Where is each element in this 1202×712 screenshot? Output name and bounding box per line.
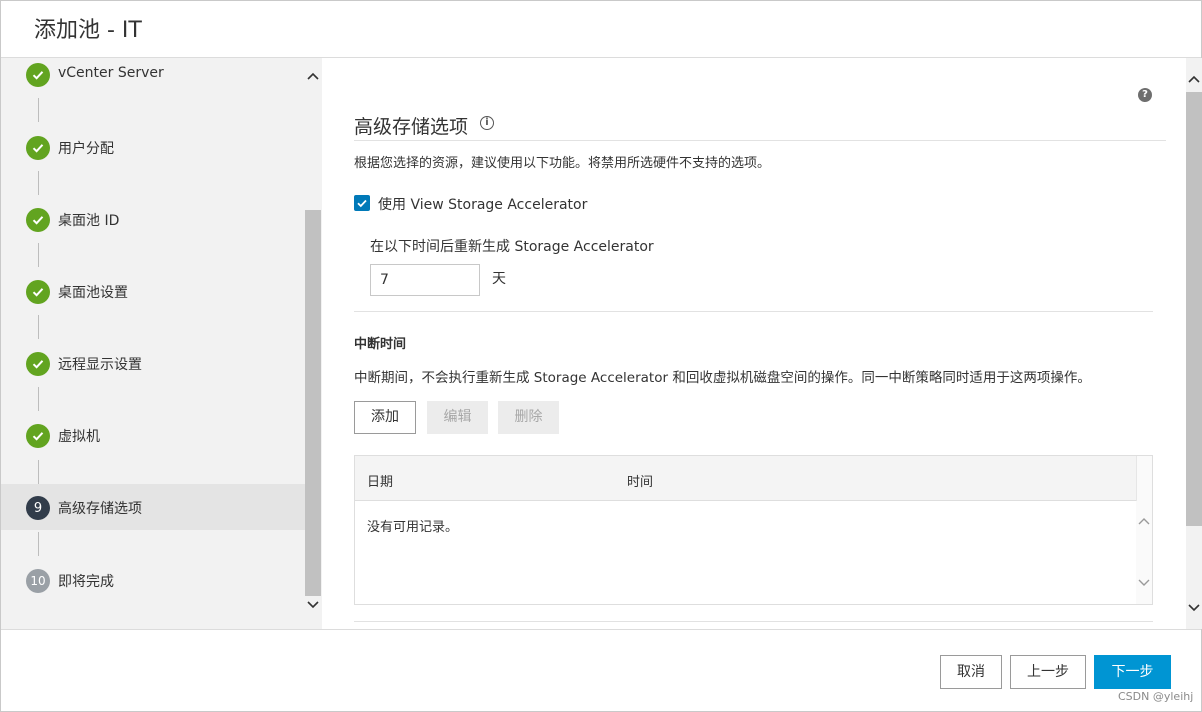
add-button[interactable]: 添加: [354, 401, 416, 434]
main-content: ? 高级存储选项 i 根据您选择的资源，建议使用以下功能。将禁用所选硬件不支持的…: [322, 58, 1186, 629]
step-number-badge: 10: [26, 569, 50, 593]
blackout-description: 中断期间，不会执行重新生成 Storage Accelerator 和回收虚拟机…: [354, 370, 1091, 386]
chevron-down-icon[interactable]: [307, 599, 319, 613]
chevron-down-icon[interactable]: [1188, 602, 1200, 616]
step-virtual-machine[interactable]: 虚拟机: [1, 412, 305, 458]
blackout-grid: 日期 时间 没有可用记录。: [354, 455, 1153, 605]
check-icon: [26, 280, 50, 304]
chevron-up-icon[interactable]: [1188, 73, 1200, 87]
wizard-steps: vCenter Server 用户分配 桌面池 ID 桌面池设置 远程显示设置 …: [1, 58, 305, 629]
step-pool-settings[interactable]: 桌面池设置: [1, 268, 305, 314]
step-vcenter-server[interactable]: vCenter Server: [1, 51, 305, 97]
previous-button[interactable]: 上一步: [1010, 655, 1086, 689]
dialog-footer: 取消 上一步 下一步 CSDN @yleihj: [1, 629, 1201, 711]
step-connector: [38, 387, 39, 411]
check-icon: [26, 424, 50, 448]
column-header-time[interactable]: 时间: [627, 471, 653, 490]
check-icon: [26, 136, 50, 160]
step-connector: [38, 532, 39, 556]
help-icon[interactable]: ?: [1138, 88, 1152, 102]
dialog-title: 添加池 - IT: [34, 18, 142, 43]
step-connector: [38, 171, 39, 195]
watermark: CSDN @yleihj: [1118, 690, 1194, 703]
step-ready-to-complete[interactable]: 10 即将完成: [1, 557, 305, 603]
edit-button[interactable]: 编辑: [427, 401, 488, 434]
chevron-up-icon[interactable]: [1138, 516, 1150, 526]
next-button[interactable]: 下一步: [1094, 655, 1171, 689]
main-scrollbar-thumb[interactable]: [1186, 92, 1202, 526]
step-number-badge: 9: [26, 496, 50, 520]
step-remote-display[interactable]: 远程显示设置: [1, 340, 305, 386]
grid-header: 日期 时间: [355, 456, 1136, 501]
delete-button[interactable]: 删除: [498, 401, 559, 434]
sidebar-scrollbar-thumb[interactable]: [305, 210, 321, 596]
step-label: 高级存储选项: [58, 501, 142, 517]
step-connector: [38, 98, 39, 122]
dialog-header: 添加池 - IT: [1, 1, 1201, 58]
accelerator-checkbox[interactable]: [354, 195, 370, 211]
step-connector: [38, 243, 39, 267]
accelerator-checkbox-label[interactable]: 使用 View Storage Accelerator: [378, 194, 587, 214]
step-label: 虚拟机: [58, 429, 100, 445]
step-label: 用户分配: [58, 141, 114, 157]
step-label: 即将完成: [58, 574, 114, 590]
page-description: 根据您选择的资源，建议使用以下功能。将禁用所选硬件不支持的选项。: [354, 156, 771, 171]
regen-days-input[interactable]: [370, 264, 480, 296]
wizard-sidebar: vCenter Server 用户分配 桌面池 ID 桌面池设置 远程显示设置 …: [1, 58, 322, 629]
step-connector: [38, 460, 39, 484]
column-header-date[interactable]: 日期: [367, 471, 393, 490]
step-label: 桌面池设置: [58, 285, 128, 301]
grid-empty-message: 没有可用记录。: [367, 520, 459, 535]
chevron-down-icon[interactable]: [1138, 578, 1150, 588]
step-pool-id[interactable]: 桌面池 ID: [1, 196, 305, 242]
divider: [354, 621, 1153, 622]
cancel-button[interactable]: 取消: [940, 655, 1002, 689]
step-advanced-storage[interactable]: 9 高级存储选项: [1, 484, 305, 530]
info-icon[interactable]: i: [480, 116, 494, 130]
add-pool-dialog: 添加池 - IT vCenter Server 用户分配 桌面池 ID 桌面池设…: [0, 0, 1202, 712]
regen-interval-label: 在以下时间后重新生成 Storage Accelerator: [370, 239, 654, 255]
check-icon: [26, 208, 50, 232]
days-unit-label: 天: [492, 271, 506, 287]
step-label: 桌面池 ID: [58, 213, 120, 229]
chevron-up-icon[interactable]: [307, 70, 319, 84]
divider: [354, 311, 1153, 312]
page-title: 高级存储选项: [354, 116, 469, 138]
step-user-assignment[interactable]: 用户分配: [1, 124, 305, 170]
check-icon: [26, 352, 50, 376]
divider: [354, 140, 1166, 141]
grid-scrollbar[interactable]: [1136, 501, 1152, 604]
step-label: 远程显示设置: [58, 357, 142, 373]
check-icon: [26, 63, 50, 87]
grid-header-spacer: [1136, 456, 1152, 501]
step-label: vCenter Server: [58, 65, 164, 81]
blackout-title: 中断时间: [354, 337, 407, 352]
step-connector: [38, 315, 39, 339]
